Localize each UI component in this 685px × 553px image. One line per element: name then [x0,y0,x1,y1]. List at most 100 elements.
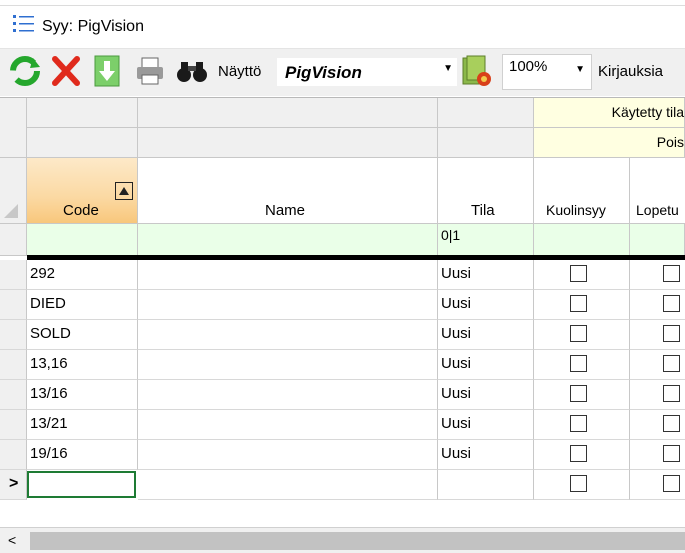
row-header[interactable] [0,290,27,320]
cell-name[interactable] [138,440,438,470]
zoom-select[interactable]: 100% ▼ [502,54,592,90]
filter-tila[interactable]: 0|1 [438,224,534,256]
cell-tila[interactable]: Uusi [438,380,534,410]
filter-tila-value: 0|1 [441,227,461,243]
select-all-icon[interactable] [4,204,18,218]
cell-tila-value: Uusi [441,325,472,342]
binoculars-icon [177,62,207,82]
view-label: Näyttö [218,63,262,80]
filter-lopetus[interactable] [630,224,685,256]
find-button[interactable] [174,52,210,90]
column-header-kuolinsyy[interactable]: Kuolinsyy [534,158,630,224]
column-header-code[interactable]: Code [27,158,138,224]
view-select[interactable]: PigVision ▼ [277,58,457,86]
download-icon [94,55,120,87]
download-button[interactable] [89,52,125,90]
list-icon [13,15,34,32]
cell-name[interactable] [138,320,438,350]
header-band [138,128,438,158]
delete-button[interactable] [48,52,84,90]
cell-tila[interactable]: Uusi [438,260,534,290]
cell-kuolinsyy [534,380,630,410]
chevron-down-icon: ▼ [575,64,585,75]
cell-code[interactable]: DIED [27,290,138,320]
cell-kuolinsyy [534,260,630,290]
refresh-button[interactable] [7,52,43,90]
cell-code[interactable]: 13/16 [27,380,138,410]
cell-tila[interactable]: Uusi [438,410,534,440]
settings-button[interactable] [459,52,495,90]
cell-lopetus [630,410,685,440]
lopetus-checkbox[interactable] [663,385,680,402]
row-header[interactable] [0,350,27,380]
row-header[interactable] [0,380,27,410]
new-row-name[interactable] [138,470,438,500]
kuolinsyy-checkbox[interactable] [570,295,587,312]
lopetus-checkbox[interactable] [663,415,680,432]
lopetus-checkbox[interactable] [663,475,680,492]
cell-tila[interactable]: Uusi [438,290,534,320]
cell-code-value: 13,16 [30,355,68,372]
entries-button[interactable]: Kirjauksia [598,63,663,80]
cell-name[interactable] [138,350,438,380]
column-header-tila[interactable]: Tila [438,158,534,224]
cell-lopetus [630,440,685,470]
cell-name[interactable] [138,260,438,290]
cell-tila[interactable]: Uusi [438,350,534,380]
print-icon [137,57,163,85]
cell-tila-value: Uusi [441,415,472,432]
cell-code-value: 292 [30,265,56,282]
cell-code-value: 13/16 [30,385,68,402]
column-header-name[interactable]: Name [138,158,438,224]
header-band [438,128,534,158]
cell-name[interactable] [138,290,438,320]
scroll-left-button[interactable]: < [8,532,16,548]
scrollbar-thumb[interactable] [30,532,685,550]
new-row-code-input[interactable] [27,471,136,498]
cell-code[interactable]: 19/16 [27,440,138,470]
filter-code[interactable] [27,224,138,256]
cell-code[interactable]: 13,16 [27,350,138,380]
kuolinsyy-checkbox[interactable] [570,325,587,342]
column-header-lopetus-label: Lopetu [636,202,679,218]
lopetus-checkbox[interactable] [663,295,680,312]
cell-tila[interactable]: Uusi [438,440,534,470]
cell-name[interactable] [138,380,438,410]
cell-code[interactable]: 292 [27,260,138,290]
kuolinsyy-checkbox[interactable] [570,385,587,402]
filter-kuolinsyy[interactable] [534,224,630,256]
filter-name[interactable] [138,224,438,256]
cell-code[interactable]: 13/21 [27,410,138,440]
row-header[interactable] [0,320,27,350]
lopetus-checkbox[interactable] [663,325,680,342]
cell-lopetus [630,350,685,380]
header-band [138,98,438,128]
lopetus-checkbox[interactable] [663,265,680,282]
row-header[interactable] [0,410,27,440]
column-header-kuolinsyy-label: Kuolinsyy [546,202,606,218]
cell-lopetus [630,260,685,290]
column-header-lopetus[interactable]: Lopetu [630,158,685,224]
cell-lopetus [630,290,685,320]
print-button[interactable] [132,52,168,90]
row-header-corner [0,158,27,224]
cell-lopetus [630,380,685,410]
cell-name[interactable] [138,410,438,440]
cell-kuolinsyy [534,290,630,320]
cell-code-value: 19/16 [30,445,68,462]
kuolinsyy-checkbox[interactable] [570,355,587,372]
column-header-tila-label: Tila [471,202,495,219]
row-header[interactable] [0,260,27,290]
new-row-tila[interactable] [438,470,534,500]
kuolinsyy-checkbox[interactable] [570,265,587,282]
lopetus-checkbox[interactable] [663,445,680,462]
row-header[interactable] [0,440,27,470]
zoom-value: 100% [509,58,548,75]
kuolinsyy-checkbox[interactable] [570,445,587,462]
cell-tila[interactable]: Uusi [438,320,534,350]
lopetus-checkbox[interactable] [663,355,680,372]
cell-code[interactable]: SOLD [27,320,138,350]
kuolinsyy-checkbox[interactable] [570,415,587,432]
kuolinsyy-checkbox[interactable] [570,475,587,492]
new-row-lopetus [630,470,685,500]
